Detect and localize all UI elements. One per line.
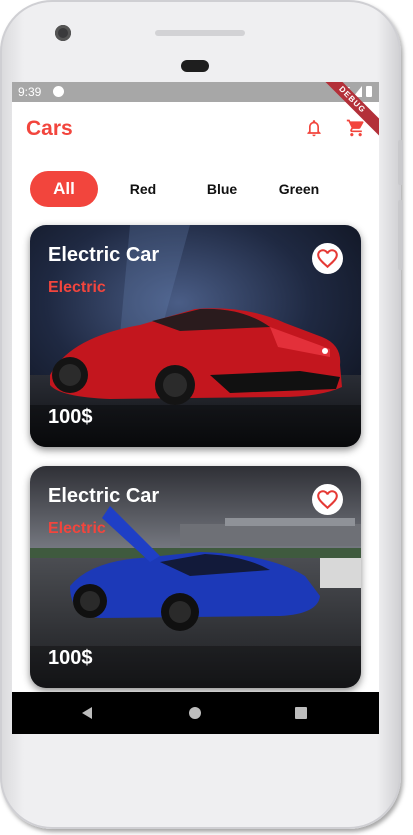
earpiece-speaker	[155, 30, 245, 36]
battery-icon	[366, 86, 372, 97]
tab-red[interactable]: Red	[116, 171, 170, 207]
proximity-sensor	[181, 60, 209, 72]
recent-apps-icon[interactable]	[295, 707, 307, 719]
front-camera	[55, 25, 71, 41]
card-subtitle: Electric	[48, 279, 106, 296]
tab-blue[interactable]: Blue	[195, 171, 249, 207]
back-icon[interactable]	[82, 707, 92, 719]
car-card[interactable]: Electric Car Electric 100$	[30, 225, 361, 447]
heart-outline-icon	[317, 249, 338, 269]
notification-icon	[53, 86, 64, 97]
heart-outline-icon	[317, 490, 338, 510]
card-price: 100$	[48, 647, 93, 669]
home-icon[interactable]	[189, 707, 201, 719]
app-title: Cars	[26, 117, 73, 140]
card-title: Electric Car	[48, 485, 160, 507]
power-button	[398, 140, 403, 185]
tab-green[interactable]: Green	[272, 171, 326, 207]
status-time: 9:39	[18, 85, 42, 99]
app-bar: Cars	[12, 102, 379, 152]
tab-all[interactable]: All	[30, 171, 98, 207]
volume-button	[398, 200, 403, 270]
card-title: Electric Car	[48, 244, 160, 266]
favorite-button[interactable]	[312, 243, 343, 274]
favorite-button[interactable]	[312, 484, 343, 515]
system-nav-bar	[12, 692, 379, 734]
car-card[interactable]: Electric Car Electric 100$	[30, 466, 361, 688]
card-price: 100$	[48, 406, 93, 428]
status-bar: 9:39	[12, 82, 379, 102]
screen: 9:39 DEBUG Cars All Red Blue Green Elect…	[12, 82, 379, 734]
card-subtitle: Electric	[48, 520, 106, 537]
cart-icon[interactable]	[345, 118, 367, 138]
phone-frame: 9:39 DEBUG Cars All Red Blue Green Elect…	[0, 0, 403, 829]
bell-icon[interactable]	[304, 118, 324, 138]
filter-tabs: All Red Blue Green	[12, 171, 379, 207]
